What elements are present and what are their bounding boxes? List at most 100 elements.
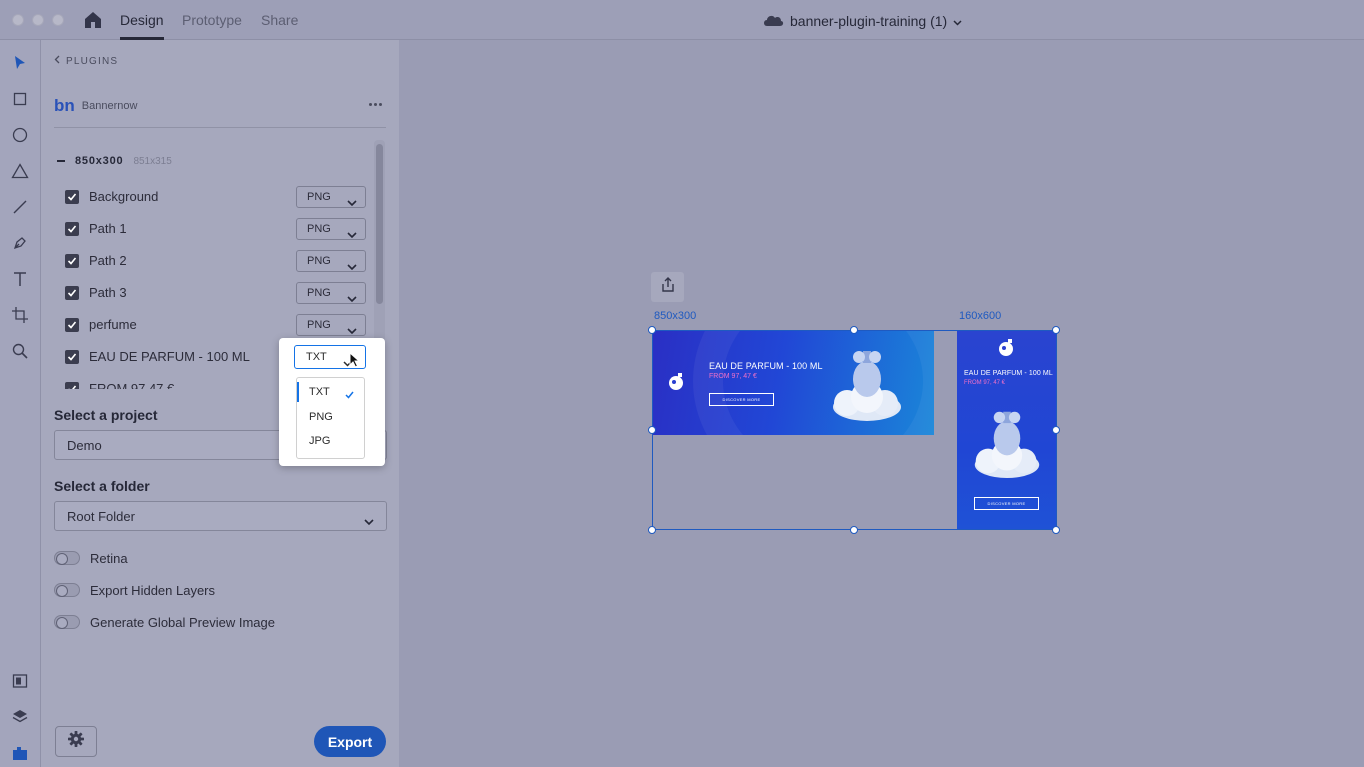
- format-option-jpg[interactable]: JPG: [297, 431, 364, 451]
- folder-label: Select a folder: [54, 478, 150, 494]
- share-artboard-button[interactable]: [651, 272, 684, 302]
- checkmark-icon: [67, 193, 77, 201]
- option-label: TXT: [309, 386, 330, 398]
- tab-prototype[interactable]: Prototype: [182, 12, 242, 28]
- back-link-label: PLUGINS: [66, 55, 119, 67]
- retina-toggle[interactable]: [54, 551, 80, 565]
- resize-handle[interactable]: [1052, 526, 1060, 534]
- layer-checkbox[interactable]: [65, 382, 79, 389]
- layer-format-value: PNG: [307, 319, 331, 331]
- layer-checkbox[interactable]: [65, 350, 79, 364]
- artboard-group-header[interactable]: 850x300 851x315: [57, 155, 172, 167]
- tab-share[interactable]: Share: [261, 12, 298, 28]
- format-option-png[interactable]: PNG: [297, 407, 364, 427]
- global-preview-toggle[interactable]: [54, 615, 80, 629]
- folder-select-value: Root Folder: [67, 509, 135, 524]
- assets-icon[interactable]: [10, 671, 30, 691]
- format-select-value: TXT: [306, 351, 327, 363]
- format-option-txt[interactable]: TXT: [297, 382, 364, 402]
- layer-label: Background: [89, 189, 159, 204]
- resize-handle[interactable]: [648, 426, 656, 434]
- resize-handle[interactable]: [850, 526, 858, 534]
- export-hidden-layers-toggle[interactable]: [54, 583, 80, 597]
- layer-format-select[interactable]: PNG: [296, 218, 366, 240]
- selection-frame: [652, 330, 1057, 530]
- layer-checkbox[interactable]: [65, 190, 79, 204]
- more-options-icon[interactable]: [369, 103, 383, 107]
- export-button[interactable]: Export: [314, 726, 386, 757]
- polygon-icon[interactable]: [10, 161, 30, 181]
- export-hidden-layers-toggle-row[interactable]: Export Hidden Layers: [54, 580, 215, 600]
- layer-row[interactable]: perfume PNG: [65, 314, 366, 336]
- layer-row[interactable]: Path 2 PNG: [65, 250, 366, 272]
- resize-handle[interactable]: [1052, 426, 1060, 434]
- layer-label: Path 3: [89, 285, 127, 300]
- back-to-plugins-link[interactable]: PLUGINS: [54, 55, 118, 67]
- ellipse-icon[interactable]: [10, 125, 30, 145]
- home-icon[interactable]: [82, 10, 104, 30]
- window-minimize-button[interactable]: [32, 14, 44, 26]
- artboard-label-850x300[interactable]: 850x300: [654, 310, 696, 322]
- layer-format-select[interactable]: PNG: [296, 314, 366, 336]
- layers-scrollbar[interactable]: [376, 144, 383, 304]
- format-dropdown-popup: TXT TXT PNG JPG: [279, 338, 385, 466]
- rectangle-icon[interactable]: [10, 89, 30, 109]
- document-title: banner-plugin-training (1): [790, 13, 948, 29]
- chevron-down-icon: [347, 226, 357, 244]
- option-label: PNG: [309, 411, 333, 423]
- layer-checkbox[interactable]: [65, 286, 79, 300]
- title-bar: Design Prototype Share banner-plugin-tra…: [0, 0, 1364, 40]
- text-icon[interactable]: [10, 269, 30, 289]
- artboard-name: 850x300: [75, 155, 124, 167]
- document-title-menu[interactable]: banner-plugin-training (1): [762, 11, 962, 31]
- window-zoom-button[interactable]: [52, 14, 64, 26]
- export-hidden-layers-label: Export Hidden Layers: [90, 582, 216, 598]
- folder-select[interactable]: Root Folder: [54, 501, 387, 531]
- artboard-size: 851x315: [133, 155, 172, 167]
- layer-row[interactable]: Path 3 PNG: [65, 282, 366, 304]
- layer-label: Path 2: [89, 253, 127, 268]
- gear-icon: [67, 730, 85, 753]
- checkmark-icon: [67, 289, 77, 297]
- layer-row[interactable]: Path 1 PNG: [65, 218, 366, 240]
- plugins-icon[interactable]: [10, 743, 30, 763]
- collapse-icon[interactable]: [57, 160, 65, 162]
- divider: [54, 127, 386, 128]
- settings-button[interactable]: [55, 726, 97, 757]
- tab-design[interactable]: Design: [120, 12, 164, 28]
- layer-checkbox[interactable]: [65, 318, 79, 332]
- layers-icon[interactable]: [10, 707, 30, 727]
- artboard-label-160x600[interactable]: 160x600: [959, 310, 1001, 322]
- layer-format-select[interactable]: PNG: [296, 282, 366, 304]
- layer-format-select[interactable]: PNG: [296, 250, 366, 272]
- chevron-down-icon: [347, 194, 357, 212]
- zoom-icon[interactable]: [10, 341, 30, 361]
- plugin-header: bn Bannernow: [54, 96, 137, 116]
- checkmark-icon: [67, 321, 77, 329]
- window-close-button[interactable]: [12, 14, 24, 26]
- tool-bar: [0, 40, 41, 767]
- global-preview-toggle-row[interactable]: Generate Global Preview Image: [54, 612, 275, 632]
- line-icon[interactable]: [10, 197, 30, 217]
- retina-label: Retina: [90, 550, 128, 566]
- checkmark-icon: [345, 386, 354, 404]
- resize-handle[interactable]: [648, 526, 656, 534]
- layer-checkbox[interactable]: [65, 222, 79, 236]
- cloud-icon: [762, 13, 784, 30]
- select-icon[interactable]: [10, 53, 30, 73]
- chevron-down-icon: [953, 13, 962, 29]
- layer-format-value: PNG: [307, 255, 331, 267]
- artboard-icon[interactable]: [10, 305, 30, 325]
- resize-handle[interactable]: [648, 326, 656, 334]
- retina-toggle-row[interactable]: Retina: [54, 548, 128, 568]
- chevron-down-icon: [347, 290, 357, 308]
- resize-handle[interactable]: [1052, 326, 1060, 334]
- resize-handle[interactable]: [850, 326, 858, 334]
- layer-format-value: PNG: [307, 287, 331, 299]
- layer-format-select[interactable]: PNG: [296, 186, 366, 208]
- pen-icon[interactable]: [10, 233, 30, 253]
- layer-checkbox[interactable]: [65, 254, 79, 268]
- checkmark-icon: [67, 225, 77, 233]
- layer-row[interactable]: Background PNG: [65, 186, 366, 208]
- option-label: JPG: [309, 435, 331, 447]
